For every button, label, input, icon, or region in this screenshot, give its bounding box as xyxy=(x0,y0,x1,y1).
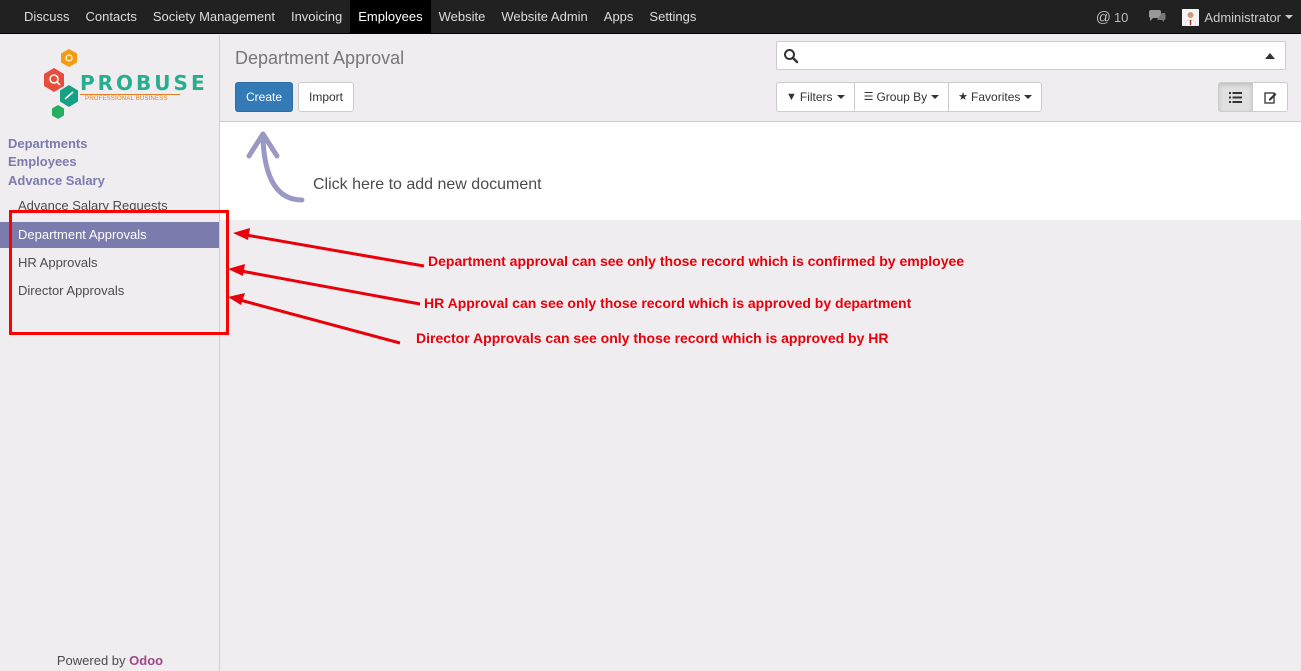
powered-by: Powered by Odoo xyxy=(0,653,220,668)
favorites-label: Favorites xyxy=(971,90,1021,104)
chevron-down-icon xyxy=(931,95,940,99)
search-icon xyxy=(784,49,799,64)
sidebar-item-hr-approvals[interactable]: HR Approvals xyxy=(0,250,219,276)
filters-dropdown[interactable]: ▼ Filters xyxy=(777,83,855,111)
favorites-dropdown[interactable]: ★ Favorites xyxy=(949,83,1041,111)
menu-society-management[interactable]: Society Management xyxy=(145,0,283,34)
search-bar xyxy=(776,41,1286,70)
chevron-down-icon xyxy=(836,95,845,99)
sidebar: PROBUSE PROFESSIONAL BUSINESS Department… xyxy=(0,35,220,671)
bars-icon: ☰ xyxy=(863,91,874,103)
menu-employees[interactable]: Employees xyxy=(350,0,431,34)
menu-website-admin[interactable]: Website Admin xyxy=(493,0,595,34)
annotation-arrowhead-3 xyxy=(228,293,245,305)
mentions-button[interactable]: @ 10 xyxy=(1096,9,1129,26)
logo-brand: PROBUSE xyxy=(80,71,208,95)
form-view-button[interactable] xyxy=(1253,83,1287,111)
menu-website[interactable]: Website xyxy=(431,0,494,34)
section-departments[interactable]: Departments xyxy=(8,136,87,151)
sidebar-item-advance-salary-requests[interactable]: Advance Salary Requests xyxy=(0,193,219,219)
notifications-count: 10 xyxy=(1113,9,1129,25)
annotation-arrowhead-1 xyxy=(233,228,250,240)
avatar xyxy=(1182,8,1200,26)
menu-apps[interactable]: Apps xyxy=(596,0,642,34)
powered-by-label: Powered by xyxy=(56,653,126,668)
search-options: ▼ Filters ☰ Group By ★ Favorites xyxy=(776,82,1043,112)
annotation-arrow-3 xyxy=(239,298,401,345)
annotation-note-2: HR Approval can see only those record wh… xyxy=(424,295,912,311)
import-button[interactable]: Import xyxy=(298,82,355,112)
chevron-down-icon xyxy=(1285,15,1293,19)
company-logo[interactable]: PROBUSE PROFESSIONAL BUSINESS xyxy=(40,47,205,123)
annotation-note-1: Department approval can see only those r… xyxy=(428,253,965,269)
logo-tagline: PROFESSIONAL BUSINESS xyxy=(85,96,168,102)
filters-label: Filters xyxy=(799,90,833,104)
annotation-arrow-1 xyxy=(245,233,425,268)
annotation-note-3: Director Approvals can see only those re… xyxy=(416,330,889,346)
star-icon: ★ xyxy=(958,91,969,103)
sidebar-item-department-approvals[interactable]: Department Approvals xyxy=(0,222,219,248)
annotation-arrow-2 xyxy=(240,269,421,306)
search-input[interactable] xyxy=(805,46,1245,66)
page-title: Department Approval xyxy=(235,48,405,68)
chevron-down-icon xyxy=(1024,95,1033,99)
filter-icon: ▼ xyxy=(786,91,797,103)
top-navbar: Discuss Contacts Society Management Invo… xyxy=(0,0,1301,34)
create-button[interactable]: Create xyxy=(235,82,294,112)
edit-icon xyxy=(1263,91,1276,104)
sidebar-item-director-approvals[interactable]: Director Approvals xyxy=(0,278,219,304)
logo-hexagons-icon xyxy=(44,49,78,119)
curved-arrow-icon xyxy=(246,131,305,203)
annotation-arrowhead-2 xyxy=(228,264,245,276)
odoo-link[interactable]: Odoo xyxy=(129,653,163,668)
user-name: Administrator xyxy=(1204,9,1281,25)
app-menu: Discuss Contacts Society Management Invo… xyxy=(16,0,704,34)
section-employees[interactable]: Employees xyxy=(8,154,77,169)
view-switcher xyxy=(1218,82,1288,112)
logo-divider xyxy=(80,94,180,95)
list-view-button[interactable] xyxy=(1219,83,1253,111)
at-icon: @ xyxy=(1095,8,1111,26)
section-advance-salary[interactable]: Advance Salary xyxy=(8,173,105,188)
groupby-dropdown[interactable]: ☰ Group By xyxy=(855,83,950,111)
search-options-toggle-icon[interactable] xyxy=(1265,53,1275,59)
menu-invoicing[interactable]: Invoicing xyxy=(283,0,350,34)
user-menu[interactable]: Administrator xyxy=(1182,8,1293,26)
helper-text: Click here to add new document xyxy=(313,176,542,193)
groupby-label: Group By xyxy=(876,90,928,104)
chat-icon xyxy=(1149,9,1166,22)
menu-contacts[interactable]: Contacts xyxy=(78,0,145,34)
menu-discuss[interactable]: Discuss xyxy=(16,0,78,34)
no-content-helper: Click here to add new document xyxy=(220,122,1301,220)
control-panel: Department Approval Create Import ▼ Filt… xyxy=(220,35,1301,122)
chat-button[interactable] xyxy=(1148,9,1166,26)
list-icon xyxy=(1229,91,1242,103)
menu-settings[interactable]: Settings xyxy=(641,0,704,34)
